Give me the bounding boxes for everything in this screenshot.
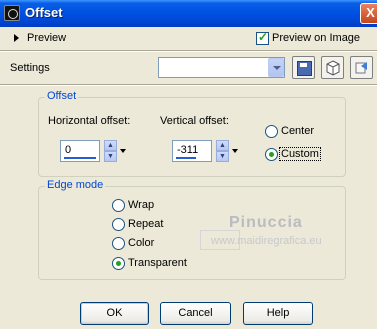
vertical-offset-value: -311 bbox=[177, 144, 199, 156]
cube-button[interactable] bbox=[321, 56, 344, 79]
settings-preset-combo[interactable] bbox=[158, 57, 285, 78]
custom-radio[interactable] bbox=[265, 148, 278, 161]
value-slider-bar[interactable] bbox=[64, 157, 96, 159]
preview-toggle-label[interactable]: Preview bbox=[27, 32, 66, 44]
save-preset-icon bbox=[297, 61, 312, 76]
custom-label[interactable]: Custom bbox=[279, 147, 321, 161]
horizontal-offset-label: Horizontal offset: bbox=[48, 115, 131, 127]
color-label[interactable]: Color bbox=[128, 237, 154, 249]
wrap-label[interactable]: Wrap bbox=[128, 199, 154, 211]
cube-icon bbox=[326, 60, 340, 76]
checkmark-icon: ✓ bbox=[258, 30, 269, 44]
ok-button[interactable]: OK bbox=[80, 302, 149, 325]
spin-up-icon[interactable]: ▲ bbox=[104, 140, 117, 151]
watermark-url: www.maidiregrafica.eu bbox=[211, 235, 322, 247]
spin-down-icon[interactable]: ▼ bbox=[216, 151, 229, 162]
value-slider-bar[interactable] bbox=[176, 157, 196, 159]
app-icon bbox=[4, 5, 20, 21]
edge-mode-legend: Edge mode bbox=[45, 179, 106, 191]
preview-on-image-label[interactable]: Preview on Image bbox=[272, 32, 360, 44]
transparent-label[interactable]: Transparent bbox=[128, 257, 187, 269]
vertical-offset-input[interactable]: -311 bbox=[172, 140, 212, 162]
edge-mode-group bbox=[38, 186, 346, 280]
offset-group bbox=[38, 97, 346, 177]
restore-button[interactable] bbox=[350, 56, 373, 79]
window-title: Offset bbox=[25, 5, 63, 20]
repeat-radio[interactable] bbox=[112, 218, 125, 231]
restore-icon bbox=[355, 62, 367, 74]
horizontal-offset-input[interactable]: 0 bbox=[60, 140, 100, 162]
divider bbox=[0, 84, 377, 86]
wrap-radio[interactable] bbox=[112, 199, 125, 212]
settings-label: Settings bbox=[10, 62, 50, 74]
horizontal-offset-dropdown-icon[interactable] bbox=[119, 140, 128, 162]
spin-up-icon[interactable]: ▲ bbox=[216, 140, 229, 151]
offset-legend: Offset bbox=[45, 90, 79, 102]
vertical-offset-stepper[interactable]: ▲ ▼ bbox=[216, 140, 229, 162]
repeat-label[interactable]: Repeat bbox=[128, 218, 163, 230]
close-button[interactable]: X bbox=[360, 3, 377, 24]
divider bbox=[0, 50, 377, 52]
spin-down-icon[interactable]: ▼ bbox=[104, 151, 117, 162]
color-radio[interactable] bbox=[112, 237, 125, 250]
horizontal-offset-value: 0 bbox=[65, 144, 72, 156]
center-label[interactable]: Center bbox=[281, 125, 314, 137]
transparent-radio[interactable] bbox=[112, 257, 125, 270]
expand-triangle-icon[interactable] bbox=[14, 34, 19, 42]
center-radio[interactable] bbox=[265, 125, 278, 138]
horizontal-offset-stepper[interactable]: ▲ ▼ bbox=[104, 140, 117, 162]
chevron-down-icon[interactable] bbox=[268, 58, 284, 77]
save-preset-button[interactable] bbox=[292, 56, 315, 79]
watermark-name: Pinuccia bbox=[229, 214, 303, 231]
preview-on-image-checkbox[interactable]: ✓ bbox=[256, 30, 269, 45]
cancel-button[interactable]: Cancel bbox=[160, 302, 231, 325]
vertical-offset-dropdown-icon[interactable] bbox=[231, 140, 240, 162]
help-button[interactable]: Help bbox=[243, 302, 313, 325]
vertical-offset-label: Vertical offset: bbox=[160, 115, 229, 127]
